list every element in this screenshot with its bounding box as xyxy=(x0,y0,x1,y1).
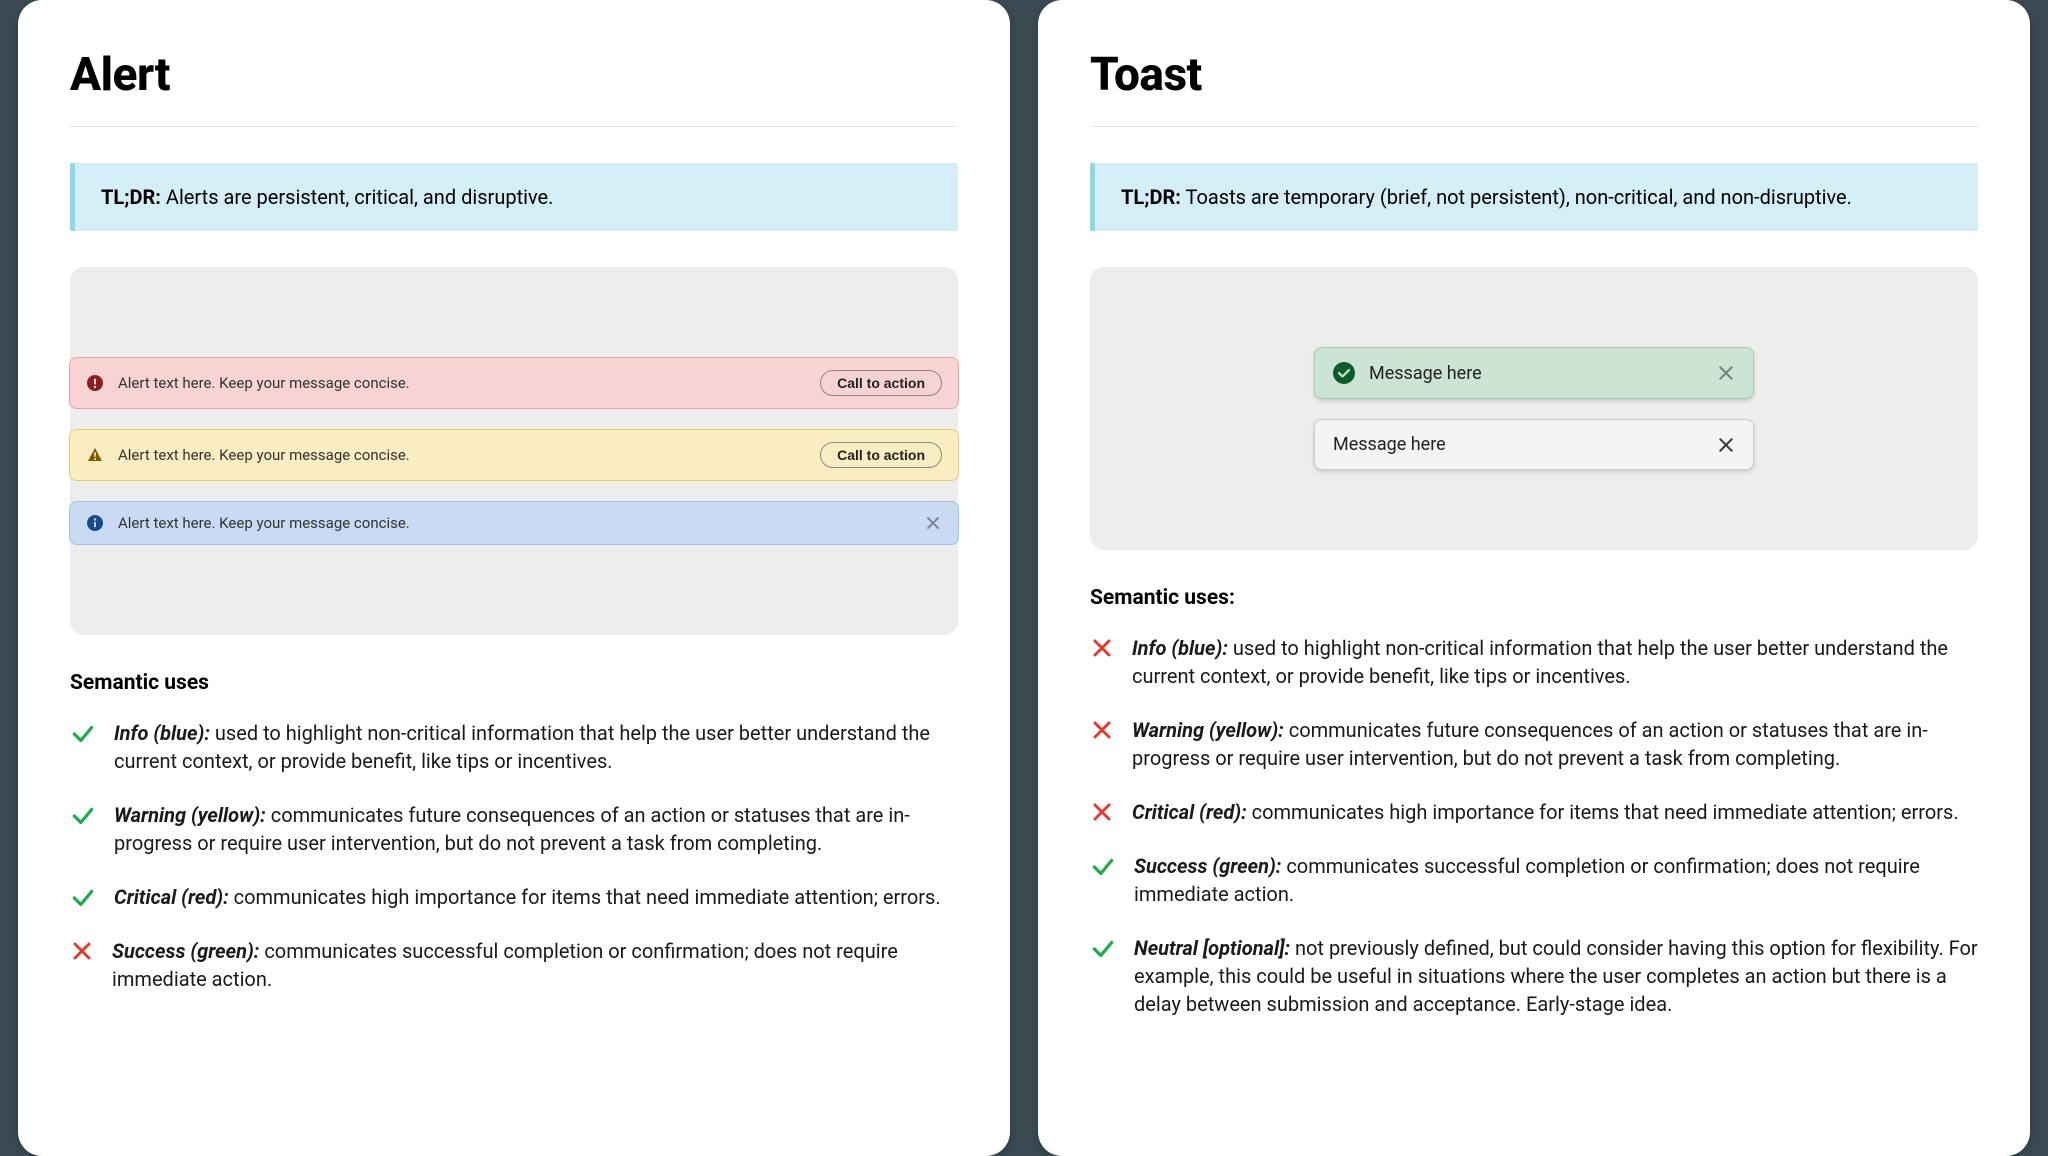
exclamation-triangle-icon xyxy=(86,446,104,464)
alert-semantic-list: Info (blue): used to highlight non-criti… xyxy=(70,719,958,993)
alert-example-warning: Alert text here. Keep your message conci… xyxy=(69,429,959,481)
list-item: Neutral [optional]: not previously defin… xyxy=(1090,934,1978,1018)
check-icon xyxy=(70,803,96,829)
list-item: Warning (yellow): communicates future co… xyxy=(1090,716,1978,772)
alert-card: Alert TL;DR: Alerts are persistent, crit… xyxy=(18,0,1010,1156)
close-icon[interactable] xyxy=(1717,364,1735,382)
toast-title: Toast xyxy=(1090,48,1978,127)
cross-icon xyxy=(70,939,94,963)
list-item: Warning (yellow): communicates future co… xyxy=(70,801,958,857)
close-icon[interactable] xyxy=(1717,436,1735,454)
cross-icon xyxy=(1090,718,1114,742)
check-icon xyxy=(70,721,96,747)
alert-tldr: TL;DR: Alerts are persistent, critical, … xyxy=(70,163,958,231)
tldr-label: TL;DR: xyxy=(1121,185,1181,209)
close-icon[interactable] xyxy=(924,514,942,532)
list-item: Info (blue): used to highlight non-criti… xyxy=(70,719,958,775)
check-icon xyxy=(1090,936,1116,962)
alert-example-info: Alert text here. Keep your message conci… xyxy=(69,501,959,545)
tldr-label: TL;DR: xyxy=(101,185,161,209)
toast-examples: Message here Message here xyxy=(1090,267,1978,550)
tldr-text: Toasts are temporary (brief, not persist… xyxy=(1186,185,1852,209)
list-item-text: Info (blue): used to highlight non-criti… xyxy=(1132,634,1978,690)
check-icon xyxy=(70,885,96,911)
exclamation-circle-icon xyxy=(86,374,104,392)
list-item: Critical (red): communicates high import… xyxy=(1090,798,1978,826)
list-item-text: Critical (red): communicates high import… xyxy=(1132,798,1959,826)
check-circle-icon xyxy=(1333,362,1355,384)
alert-title: Alert xyxy=(70,48,958,127)
list-item: Info (blue): used to highlight non-criti… xyxy=(1090,634,1978,690)
alert-text: Alert text here. Keep your message conci… xyxy=(118,374,806,392)
toast-semantic-list: Info (blue): used to highlight non-criti… xyxy=(1090,634,1978,1018)
toast-text: Message here xyxy=(1369,363,1703,384)
list-item: Critical (red): communicates high import… xyxy=(70,883,958,911)
list-item-text: Info (blue): used to highlight non-criti… xyxy=(114,719,958,775)
alert-semantic-heading: Semantic uses xyxy=(70,671,958,695)
toast-example-neutral: Message here xyxy=(1314,419,1754,470)
toast-text: Message here xyxy=(1333,434,1703,455)
tldr-text: Alerts are persistent, critical, and dis… xyxy=(166,185,554,209)
cta-button[interactable]: Call to action xyxy=(820,370,942,396)
alert-example-critical: Alert text here. Keep your message conci… xyxy=(69,357,959,409)
toast-example-success: Message here xyxy=(1314,347,1754,399)
cross-icon xyxy=(1090,636,1114,660)
toast-tldr: TL;DR: Toasts are temporary (brief, not … xyxy=(1090,163,1978,231)
list-item-text: Warning (yellow): communicates future co… xyxy=(1132,716,1978,772)
alert-examples: Alert text here. Keep your message conci… xyxy=(70,267,958,635)
check-icon xyxy=(1090,854,1116,880)
list-item-text: Critical (red): communicates high import… xyxy=(114,883,941,911)
toast-semantic-heading: Semantic uses: xyxy=(1090,586,1978,610)
info-circle-icon xyxy=(86,514,104,532)
list-item: Success (green): communicates successful… xyxy=(70,937,958,993)
list-item: Success (green): communicates successful… xyxy=(1090,852,1978,908)
cta-button[interactable]: Call to action xyxy=(820,442,942,468)
list-item-text: Warning (yellow): communicates future co… xyxy=(114,801,958,857)
list-item-text: Neutral [optional]: not previously defin… xyxy=(1134,934,1978,1018)
cross-icon xyxy=(1090,800,1114,824)
alert-text: Alert text here. Keep your message conci… xyxy=(118,514,910,532)
alert-text: Alert text here. Keep your message conci… xyxy=(118,446,806,464)
list-item-text: Success (green): communicates successful… xyxy=(112,937,958,993)
list-item-text: Success (green): communicates successful… xyxy=(1134,852,1978,908)
toast-card: Toast TL;DR: Toasts are temporary (brief… xyxy=(1038,0,2030,1156)
